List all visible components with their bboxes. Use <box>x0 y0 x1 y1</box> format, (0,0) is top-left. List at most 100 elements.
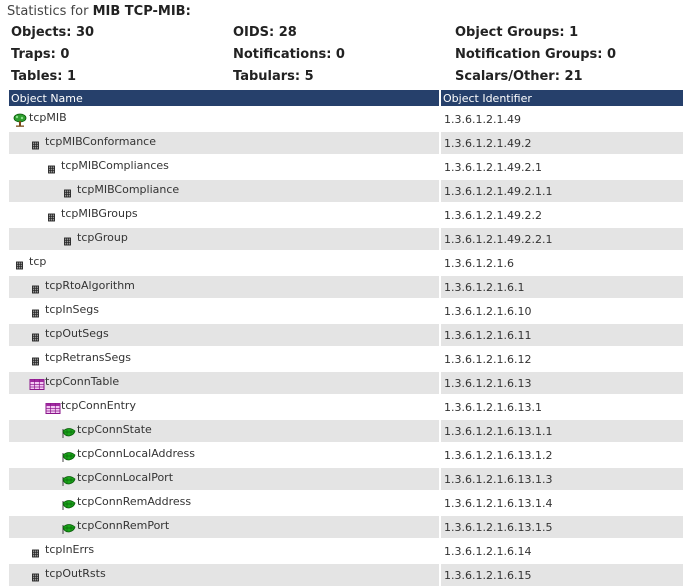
table-row[interactable]: tcp 1.3.6.1.2.1.6 <box>9 252 683 274</box>
stat-tables: Tables: 1 <box>11 69 77 84</box>
object-name[interactable]: tcpConnRemAddress <box>77 495 191 508</box>
table-row[interactable]: tcpGroup 1.3.6.1.2.1.49.2.2.1 <box>9 228 683 250</box>
object-identifier: 1.3.6.1.2.1.6 <box>444 256 514 270</box>
table-header-row: Object Name Object Identifier <box>9 90 683 106</box>
object-name-cell[interactable]: tcpOutSegs <box>9 324 439 346</box>
table-row[interactable]: tcpInErrs 1.3.6.1.2.1.6.14 <box>9 540 683 562</box>
object-identifier: 1.3.6.1.2.1.6.13.1.5 <box>441 516 683 538</box>
object-name-cell[interactable]: tcpMIBGroups <box>9 204 439 226</box>
object-name-cell[interactable]: tcpRetransSegs <box>9 348 439 370</box>
stat-tabulars: Tabulars: 5 <box>233 69 314 84</box>
table-row[interactable]: tcpInSegs 1.3.6.1.2.1.6.10 <box>9 300 683 322</box>
node-icon <box>29 353 43 367</box>
leaf-icon <box>61 497 76 511</box>
column-header-object-identifier[interactable]: Object Identifier <box>441 90 683 106</box>
object-identifier: 1.3.6.1.2.1.6.13.1.1 <box>441 420 683 442</box>
node-icon <box>29 329 43 343</box>
object-name[interactable]: tcpRetransSegs <box>45 351 131 364</box>
leaf-icon <box>61 521 76 535</box>
node-icon <box>29 305 43 319</box>
stat-traps: Traps: 0 <box>11 47 70 62</box>
table-row[interactable]: tcpConnState 1.3.6.1.2.1.6.13.1.1 <box>9 420 683 442</box>
object-identifier: 1.3.6.1.2.1.6.11 <box>441 324 683 346</box>
object-identifier: 1.3.6.1.2.1.6.15 <box>441 564 683 586</box>
object-name-cell[interactable]: tcpConnRemPort <box>9 516 439 538</box>
object-name[interactable]: tcpRtoAlgorithm <box>45 279 135 292</box>
object-name-cell[interactable]: tcpMIB <box>9 108 439 130</box>
object-identifier: 1.3.6.1.2.1.6.13 <box>441 372 683 394</box>
column-header-object-name[interactable]: Object Name <box>9 90 439 106</box>
title-prefix: Statistics for <box>7 4 93 19</box>
object-name-cell[interactable]: tcp <box>9 252 439 274</box>
page-title: Statistics for MIB TCP-MIB: <box>7 4 191 19</box>
table-row[interactable]: tcpConnLocalAddress 1.3.6.1.2.1.6.13.1.2 <box>9 444 683 466</box>
mib-objects-table: Object Name Object Identifier tcpMIB 1.3.… <box>7 88 685 588</box>
node-icon <box>45 209 59 223</box>
object-name-cell[interactable]: tcpMIBCompliance <box>9 180 439 202</box>
table-row[interactable]: tcpConnLocalPort 1.3.6.1.2.1.6.13.1.3 <box>9 468 683 490</box>
object-name[interactable]: tcpConnRemPort <box>77 519 169 532</box>
object-identifier: 1.3.6.1.2.1.6.13.1.2 <box>444 448 553 462</box>
object-name[interactable]: tcpConnTable <box>45 375 119 388</box>
object-name-cell[interactable]: tcpConnTable <box>9 372 439 394</box>
object-name-cell[interactable]: tcpMIBCompliances <box>9 156 439 178</box>
stat-objects: Objects: 30 <box>11 25 95 40</box>
object-identifier: 1.3.6.1.2.1.6.13.1.3 <box>441 468 683 490</box>
object-name-cell[interactable]: tcpGroup <box>9 228 439 250</box>
object-name-cell[interactable]: tcpConnRemAddress <box>9 492 439 514</box>
object-identifier: 1.3.6.1.2.1.49 <box>444 112 521 126</box>
title-mib-name: MIB TCP-MIB: <box>92 4 191 19</box>
object-name-cell[interactable]: tcpOutRsts <box>9 564 439 586</box>
stat-scalars-other: Scalars/Other: 21 <box>455 69 583 84</box>
table-row[interactable]: tcpMIBCompliances 1.3.6.1.2.1.49.2.1 <box>9 156 683 178</box>
object-name-cell[interactable]: tcpConnEntry <box>9 396 439 418</box>
table-row[interactable]: tcpMIBCompliance 1.3.6.1.2.1.49.2.1.1 <box>9 180 683 202</box>
table-row[interactable]: tcpConnEntry 1.3.6.1.2.1.6.13.1 <box>9 396 683 418</box>
table-row[interactable]: tcpRtoAlgorithm 1.3.6.1.2.1.6.1 <box>9 276 683 298</box>
object-name[interactable]: tcpMIBGroups <box>61 207 138 220</box>
table-row[interactable]: tcpConnRemAddress 1.3.6.1.2.1.6.13.1.4 <box>9 492 683 514</box>
table-row[interactable]: tcpOutRsts 1.3.6.1.2.1.6.15 <box>9 564 683 586</box>
object-name[interactable]: tcpInSegs <box>45 303 99 316</box>
table-row[interactable]: tcpConnRemPort 1.3.6.1.2.1.6.13.1.5 <box>9 516 683 538</box>
object-name[interactable]: tcpGroup <box>77 231 128 244</box>
object-name[interactable]: tcpMIBConformance <box>45 135 156 148</box>
stat-notifications: Notifications: 0 <box>233 47 345 62</box>
leaf-icon <box>61 449 76 463</box>
object-name-cell[interactable]: tcpConnLocalPort <box>9 468 439 490</box>
object-name[interactable]: tcpMIB <box>29 111 67 124</box>
stat-notification-groups: Notification Groups: 0 <box>455 47 617 62</box>
table-row[interactable]: tcpOutSegs 1.3.6.1.2.1.6.11 <box>9 324 683 346</box>
object-name[interactable]: tcpOutRsts <box>45 567 106 580</box>
table-row[interactable]: tcpMIBConformance 1.3.6.1.2.1.49.2 <box>9 132 683 154</box>
object-name-cell[interactable]: tcpInSegs <box>9 300 439 322</box>
object-name[interactable]: tcpInErrs <box>45 543 94 556</box>
table-row[interactable]: tcpRetransSegs 1.3.6.1.2.1.6.12 <box>9 348 683 370</box>
object-name-cell[interactable]: tcpRtoAlgorithm <box>9 276 439 298</box>
object-name[interactable]: tcp <box>29 255 46 268</box>
object-name[interactable]: tcpConnLocalAddress <box>77 447 195 460</box>
object-name-cell[interactable]: tcpInErrs <box>9 540 439 562</box>
table-row[interactable]: tcpMIBGroups 1.3.6.1.2.1.49.2.2 <box>9 204 683 226</box>
leaf-icon <box>61 425 76 439</box>
object-name[interactable]: tcpMIBCompliances <box>61 159 169 172</box>
leaf-icon <box>61 473 76 487</box>
stats-row: Tables: 1 Tabulars: 5 Scalars/Other: 21 <box>11 68 681 90</box>
table-row[interactable]: tcpConnTable 1.3.6.1.2.1.6.13 <box>9 372 683 394</box>
object-name[interactable]: tcpOutSegs <box>45 327 109 340</box>
object-name[interactable]: tcpConnEntry <box>61 399 136 412</box>
object-name-cell[interactable]: tcpConnLocalAddress <box>9 444 439 466</box>
object-name[interactable]: tcpConnLocalPort <box>77 471 173 484</box>
node-icon <box>13 257 27 271</box>
object-name-cell[interactable]: tcpMIBConformance <box>9 132 439 154</box>
object-identifier: 1.3.6.1.2.1.49.2.2 <box>444 208 542 222</box>
stat-object-groups: Object Groups: 1 <box>455 25 579 40</box>
table-icon <box>29 377 45 391</box>
object-name[interactable]: tcpConnState <box>77 423 152 436</box>
table-row[interactable]: tcpMIB 1.3.6.1.2.1.49 <box>9 108 683 130</box>
stats-row: Objects: 30 OIDS: 28 Object Groups: 1 <box>11 24 681 46</box>
object-name[interactable]: tcpMIBCompliance <box>77 183 179 196</box>
object-identifier: 1.3.6.1.2.1.6.13.1 <box>444 400 542 414</box>
object-name-cell[interactable]: tcpConnState <box>9 420 439 442</box>
object-identifier: 1.3.6.1.2.1.6.12 <box>444 352 532 366</box>
